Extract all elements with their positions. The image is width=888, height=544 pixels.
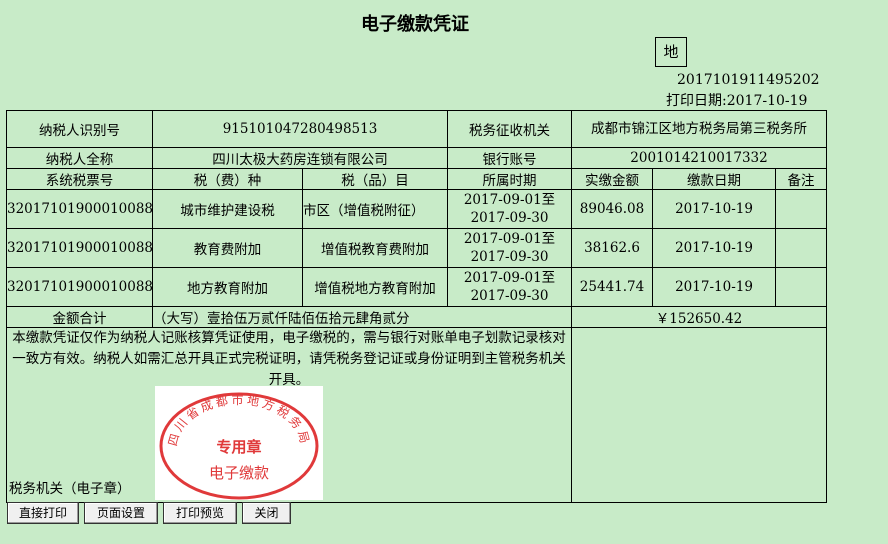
ticket-no: 320171019000100889 [6, 228, 153, 268]
seal-bottom-text: 电子缴款 [209, 464, 269, 482]
ticket-no: 320171019000100889 [6, 189, 153, 229]
page-setup-button[interactable]: 页面设置 [84, 502, 158, 524]
seal-center-text: 专用章 [216, 438, 261, 456]
note-cell: 本缴款凭证仅作为纳税人记账核算凭证使用，电子缴税的，需与银行对账单电子划款记录核… [5, 327, 573, 503]
tax-item: 增值税教育费附加 [301, 228, 449, 268]
taxpayer-name-label: 纳税人全称 [6, 147, 153, 169]
col-header-remark: 备注 [775, 168, 828, 190]
col-header-pay-date: 缴款日期 [652, 168, 777, 190]
print-direct-button[interactable]: 直接打印 [7, 502, 79, 524]
col-header-ticket: 系统税票号 [6, 168, 153, 190]
pay-date: 2017-10-19 [652, 189, 777, 229]
remark [775, 267, 828, 307]
paid-amount: 89046.08 [571, 189, 654, 229]
remark [775, 228, 828, 268]
col-header-tax-item: 税（品）目 [301, 168, 449, 190]
paid-amount: 25441.74 [571, 267, 654, 307]
col-header-amount: 实缴金额 [571, 168, 654, 190]
tax-period: 2017-09-01至2017-09-30 [447, 228, 573, 268]
taxpayer-name-value: 四川太极大药房连锁有限公司 [151, 147, 449, 169]
print-preview-button[interactable]: 打印预览 [163, 502, 237, 524]
total-upper-amount: （大写）壹拾伍万贰仟陆佰伍拾元肆角贰分 [151, 306, 573, 328]
pay-date: 2017-10-19 [652, 228, 777, 268]
tax-authority-label: 税务征收机关 [447, 110, 573, 148]
tax-period: 2017-09-01至2017-09-30 [447, 267, 573, 307]
bank-account-value: 2001014210017332 [571, 147, 828, 169]
voucher-note: 本缴款凭证仅作为纳税人记账核算凭证使用，电子缴税的，需与银行对账单电子划款记录核… [12, 330, 566, 388]
table-row: 320171019000100889 地方教育附加 增值税地方教育附加 2017… [6, 267, 828, 307]
voucher-table: 纳税人识别号 915101047280498513 税务征收机关 成都市锦江区地… [5, 110, 828, 503]
seal-stamp: 四川省成都市地方税务局 专用章 电子缴款 [159, 392, 319, 500]
total-amount: ￥152650.42 [571, 306, 828, 328]
remark [775, 189, 828, 229]
seal-image: 四川省成都市地方税务局 专用章 电子缴款 [155, 386, 323, 500]
table-row: 320171019000100889 城市维护建设税 市区（增值税附征） 201… [6, 189, 828, 229]
tax-type: 城市维护建设税 [152, 189, 303, 229]
taxpayer-id-label: 纳税人识别号 [6, 110, 153, 148]
total-label: 金额合计 [6, 306, 153, 328]
col-header-period: 所属时期 [447, 168, 573, 190]
region-mark-box: 地 [655, 37, 687, 67]
tax-period: 2017-09-01至2017-09-30 [447, 189, 573, 229]
tax-authority-value: 成都市锦江区地方税务局第三税务所 [571, 110, 828, 148]
table-row: 320171019000100889 教育费附加 增值税教育费附加 2017-0… [6, 228, 828, 268]
tax-type: 地方教育附加 [152, 267, 303, 307]
tax-item: 增值税地方教育附加 [301, 267, 449, 307]
col-header-tax-type: 税（费）种 [152, 168, 303, 190]
tax-authority-sign-label: 税务机关（电子章） [9, 481, 131, 497]
tax-item: 市区（增值税附征） [301, 189, 449, 229]
tax-type: 教育费附加 [152, 228, 303, 268]
serial-number: 2017101911495202 [677, 72, 820, 88]
blank-cell [571, 327, 828, 503]
print-date: 打印日期:2017-10-19 [666, 93, 808, 109]
bank-account-label: 银行账号 [447, 147, 573, 169]
close-button[interactable]: 关闭 [242, 502, 291, 524]
page-title: 电子缴款凭证 [361, 14, 469, 35]
paid-amount: 38162.6 [571, 228, 654, 268]
taxpayer-id-value: 915101047280498513 [151, 110, 449, 148]
pay-date: 2017-10-19 [652, 267, 777, 307]
ticket-no: 320171019000100889 [6, 267, 153, 307]
